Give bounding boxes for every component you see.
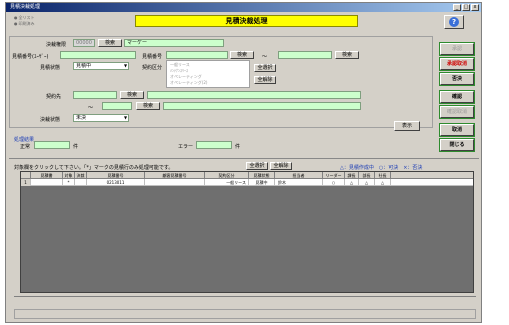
estimate-status-select[interactable]: 見積中 — [73, 62, 129, 70]
contractor-from-name — [147, 91, 361, 99]
contractor-from[interactable] — [73, 91, 117, 99]
divider — [9, 158, 479, 159]
error-count-value — [196, 141, 232, 149]
list-clear-all-button[interactable]: 全解除 — [270, 162, 292, 170]
status-bar-secondary — [14, 309, 476, 319]
cell-staff: 鈴木 — [275, 179, 323, 186]
window-controls: _ □ x — [453, 4, 479, 11]
estimate-status-label: 見積状態 — [40, 65, 61, 71]
estimate-no-to[interactable] — [278, 51, 332, 59]
contractor-range-sep: ～ — [88, 105, 94, 111]
contract-select-all-button[interactable]: 全選択 — [254, 64, 276, 72]
error-count-label: エラー — [178, 144, 194, 150]
contractor-to-search-button[interactable]: 検索 — [136, 102, 160, 110]
radio-printed[interactable]: 印刷済み — [14, 21, 35, 27]
close-button[interactable]: x — [471, 4, 479, 11]
grid-col-decision: 決裁 — [75, 172, 87, 179]
legend-text: △：見積作成中 ○：可決 ×：否決 — [340, 165, 423, 171]
cancel-button[interactable]: 取消 — [439, 123, 475, 137]
display-button[interactable]: 表示 — [394, 121, 420, 131]
table-row[interactable]: 1 * 0213011 一般リース 見積中 鈴木 ○ △ △ △ — [21, 179, 473, 186]
confirm-button[interactable]: 確認 — [439, 90, 475, 104]
approve-cancel-button[interactable]: 承認取消 — [439, 57, 475, 71]
contract-type-list[interactable]: 一般リース ﾒﾝﾃﾅﾝｽﾘｰｽ オペレーティング オペレーティング(2) — [166, 60, 250, 88]
cell-section-chief: △ — [345, 179, 359, 186]
estimate-no-label: 見積番号 — [142, 54, 163, 60]
chevron-down-icon[interactable]: ▼ — [124, 115, 127, 120]
contractor-from-search-button[interactable]: 検索 — [120, 91, 144, 99]
grid-col-manager: 部長 — [359, 172, 375, 179]
decision-authority-search-button[interactable]: 検索 — [98, 39, 122, 47]
error-count-unit: 件 — [235, 144, 241, 150]
estimate-no-from-search-button[interactable]: 検索 — [230, 51, 254, 59]
cell-president: △ — [375, 179, 391, 186]
contractor-label: 契約先 — [46, 94, 62, 100]
grid-col-rownum — [21, 172, 31, 179]
window-title: 見積決裁処理 — [10, 4, 41, 10]
reject-button[interactable]: 否決 — [439, 72, 475, 86]
decision-authority-code[interactable]: 00000 — [73, 39, 95, 47]
estimate-no-to-search-button[interactable]: 検索 — [335, 51, 359, 59]
contract-clear-all-button[interactable]: 全解除 — [254, 76, 276, 84]
grid-col-estimate-status: 見積状態 — [249, 172, 275, 179]
grid-col-leader: リーダー — [323, 172, 345, 179]
decision-status-value: 未決 — [76, 115, 87, 121]
customer-estimate-label: 見積番号(ﾕｰｻﾞｰ) — [12, 54, 49, 60]
customer-estimate-input[interactable] — [60, 51, 136, 59]
grid-header: 見積書 対象 決裁 見積番号 顧客見積番号 契約区分 見積状態 担当者 リーダー… — [21, 172, 473, 179]
cell-contract-type: 一般リース — [205, 179, 249, 186]
decision-status-select[interactable]: 未決 — [73, 114, 129, 122]
result-section-label: 処理結果 — [14, 137, 35, 143]
decider-label: 決裁状態 — [40, 117, 61, 123]
title-bar: 見積決裁処理 _ □ x — [6, 3, 481, 12]
cell-estimate-status: 見積中 — [249, 179, 275, 186]
grid-col-customer-estimate-no: 顧客見積番号 — [145, 172, 205, 179]
grid-col-staff: 担当者 — [275, 172, 323, 179]
approve-button[interactable]: 承認 — [439, 42, 475, 56]
estimate-status-value: 見積中 — [76, 63, 92, 69]
decision-authority-name: マーケー — [124, 39, 224, 47]
ok-count-value — [34, 141, 70, 149]
cell-estimate-no: 0213011 — [87, 179, 145, 186]
minimize-button[interactable]: _ — [453, 4, 461, 11]
ok-count-unit: 件 — [73, 144, 79, 150]
chevron-down-icon[interactable]: ▼ — [124, 63, 127, 68]
maximize-button[interactable]: □ — [462, 4, 470, 11]
cell-decision[interactable] — [75, 179, 87, 186]
grid-col-contract-type: 契約区分 — [205, 172, 249, 179]
grid-col-president: 社長 — [375, 172, 391, 179]
contractor-to[interactable] — [102, 102, 132, 110]
results-grid[interactable]: 見積書 対象 決裁 見積番号 顧客見積番号 契約区分 見積状態 担当者 リーダー… — [20, 171, 474, 293]
estimate-no-from[interactable] — [166, 51, 228, 59]
help-button[interactable]: ? — [444, 15, 464, 29]
cell-customer-estimate-no — [145, 179, 205, 186]
grid-col-estimate-doc: 見積書 — [31, 172, 63, 179]
list-select-all-button[interactable]: 全選択 — [246, 162, 268, 170]
confirm-cancel-button[interactable]: 確認取消 — [439, 105, 475, 119]
page-title: 見積決裁処理 — [135, 15, 358, 27]
row-number: 1 — [21, 179, 31, 186]
cell-manager: △ — [359, 179, 375, 186]
help-icon: ? — [449, 17, 459, 27]
estimate-range-sep: ～ — [262, 54, 268, 60]
contractor-to-name — [163, 102, 361, 110]
decision-authority-label: 決裁権限 — [46, 42, 67, 48]
grid-col-target: 対象 — [63, 172, 75, 179]
cell-leader: ○ — [323, 179, 345, 186]
close-window-button[interactable]: 閉じる — [439, 138, 475, 152]
list-item[interactable]: オペレーティング(2) — [170, 80, 207, 86]
grid-col-estimate-no: 見積番号 — [87, 172, 145, 179]
status-bar — [14, 296, 476, 305]
cell-estimate-doc[interactable] — [31, 179, 63, 186]
ok-count-label: 正常 — [20, 144, 31, 150]
grid-col-section-chief: 課長 — [345, 172, 359, 179]
cell-target[interactable]: * — [63, 179, 75, 186]
contract-type-label: 契約区分 — [142, 65, 163, 71]
list-hint: 対象欄をクリックして下さい。「*」マークの見積行のみ処理可能です。 — [14, 165, 174, 171]
